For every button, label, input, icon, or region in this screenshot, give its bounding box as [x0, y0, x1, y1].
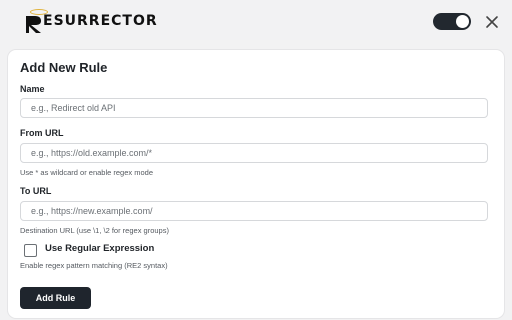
close-icon[interactable] [484, 14, 500, 30]
add-rule-button[interactable]: Add Rule [20, 287, 91, 309]
from-url-label: From URL [20, 128, 64, 138]
logo-text: ESURRECTOR [43, 13, 158, 29]
resurrector-logo: ESURRECTOR [24, 8, 157, 38]
name-label: Name [20, 84, 45, 94]
extension-enabled-toggle[interactable] [433, 13, 471, 30]
add-rule-card: Add New Rule Name From URL Use * as wild… [8, 50, 504, 318]
toggle-knob [456, 15, 469, 28]
to-url-input[interactable] [20, 201, 488, 221]
regex-checkbox-label[interactable]: Use Regular Expression [45, 243, 154, 254]
from-url-input[interactable] [20, 143, 488, 163]
name-input[interactable] [20, 98, 488, 118]
app-header: ESURRECTOR [0, 0, 512, 46]
regex-help: Enable regex pattern matching (RE2 synta… [20, 261, 168, 270]
to-url-help: Destination URL (use \1, \2 for regex gr… [20, 226, 169, 235]
logo-r-icon [26, 16, 41, 33]
form-title: Add New Rule [20, 60, 108, 75]
from-url-help: Use * as wildcard or enable regex mode [20, 168, 153, 177]
to-url-label: To URL [20, 186, 52, 196]
regex-checkbox[interactable] [24, 244, 37, 257]
